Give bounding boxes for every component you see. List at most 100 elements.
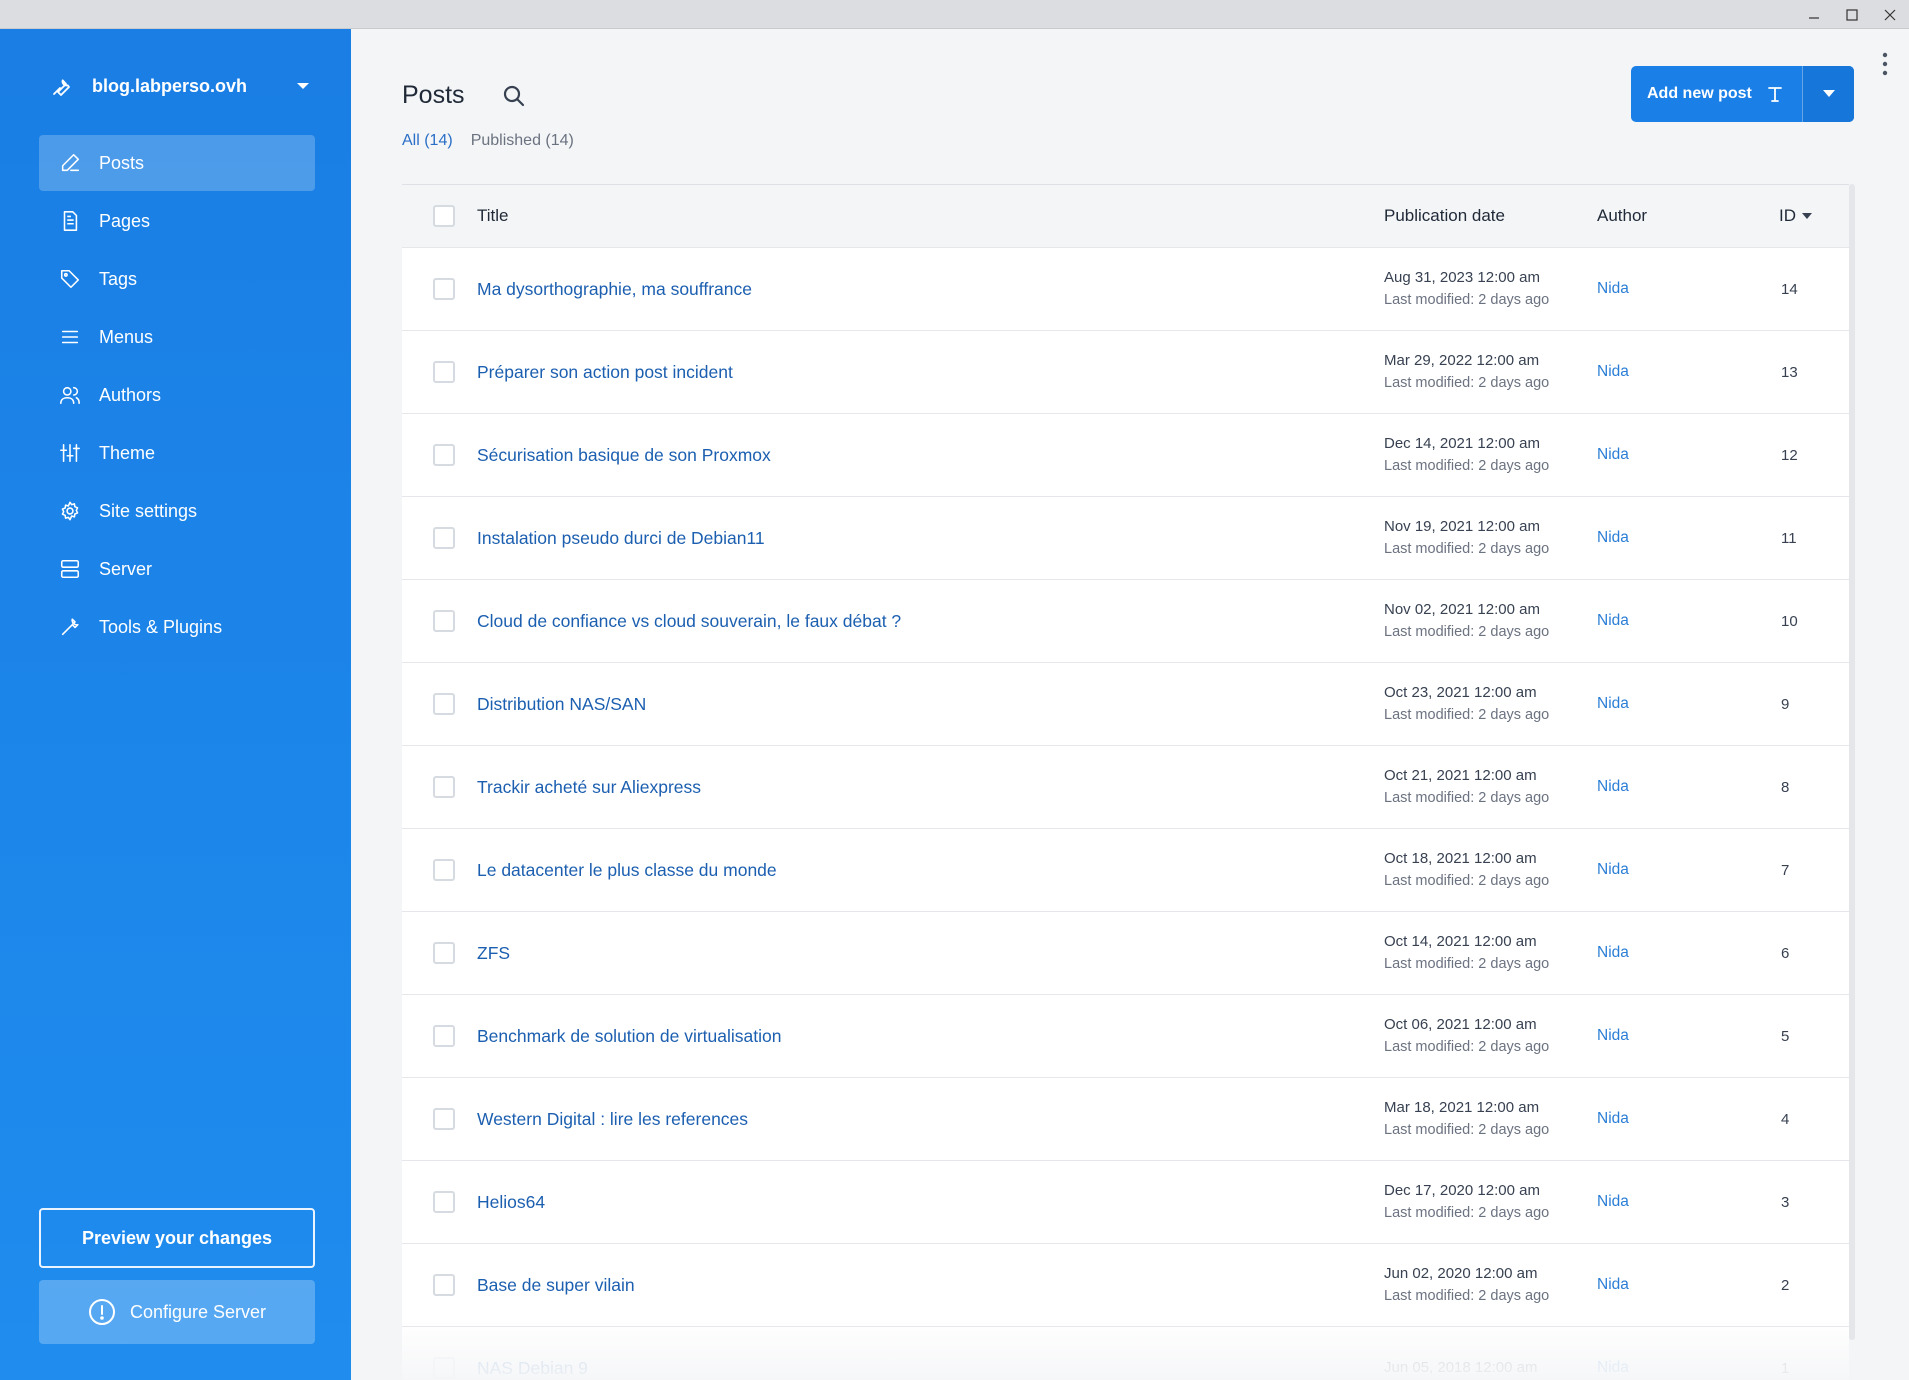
- select-all-checkbox[interactable]: [432, 205, 455, 227]
- author-link[interactable]: Nida: [1597, 363, 1629, 380]
- sidebar-nav: Posts Pages Tags Menus Authors Theme Sit…: [39, 135, 315, 657]
- add-new-post-button-group: Add new post: [1631, 66, 1854, 122]
- author-link[interactable]: Nida: [1597, 612, 1629, 629]
- row-check-cell: [402, 1025, 477, 1047]
- post-title-link[interactable]: Benchmark de solution de virtualisation: [477, 1026, 781, 1046]
- sidebar-item-authors[interactable]: Authors: [39, 367, 315, 423]
- post-title-link[interactable]: Western Digital : lire les references: [477, 1109, 748, 1129]
- post-title-link[interactable]: Ma dysorthographie, ma souffrance: [477, 279, 752, 299]
- add-post-options-button[interactable]: [1802, 66, 1854, 122]
- sidebar-item-menus[interactable]: Menus: [39, 309, 315, 365]
- minimize-button[interactable]: [1795, 0, 1833, 29]
- post-id: 14: [1781, 280, 1798, 298]
- post-title-link[interactable]: Helios64: [477, 1192, 545, 1212]
- table-scrollbar[interactable]: [1849, 184, 1855, 1340]
- row-checkbox[interactable]: [432, 527, 455, 549]
- maximize-button[interactable]: [1833, 0, 1871, 29]
- row-checkbox[interactable]: [432, 1108, 455, 1130]
- filter-published[interactable]: Published (14): [471, 132, 574, 150]
- row-checkbox[interactable]: [432, 278, 455, 300]
- last-modified: Last modified: 2 days ago: [1384, 707, 1550, 723]
- row-checkbox[interactable]: [432, 942, 455, 964]
- author-link[interactable]: Nida: [1597, 1359, 1629, 1376]
- post-title-link[interactable]: Le datacenter le plus classe du monde: [477, 860, 777, 880]
- post-title-link[interactable]: Sécurisation basique de son Proxmox: [477, 445, 771, 465]
- preview-changes-button[interactable]: Preview your changes: [39, 1208, 315, 1268]
- table-header: Title Publication date Author ID: [402, 185, 1849, 248]
- row-check-cell: [402, 278, 477, 300]
- publication-date: Oct 18, 2021 12:00 am: [1384, 850, 1537, 867]
- filter-all[interactable]: All (14): [402, 132, 453, 150]
- row-checkbox[interactable]: [432, 776, 455, 798]
- site-switcher[interactable]: blog.labperso.ovh: [50, 71, 310, 101]
- post-author-cell: Nida: [1597, 280, 1779, 298]
- sidebar-item-tags[interactable]: Tags: [39, 251, 315, 307]
- post-title-link[interactable]: Base de super vilain: [477, 1275, 635, 1295]
- row-checkbox[interactable]: [432, 610, 455, 632]
- post-date-cell: Jun 02, 2020 12:00 am Last modified: 2 da…: [1384, 1263, 1597, 1307]
- row-checkbox[interactable]: [432, 1025, 455, 1047]
- configure-server-button[interactable]: Configure Server: [39, 1280, 315, 1344]
- post-title-link[interactable]: Instalation pseudo durci de Debian11: [477, 528, 765, 548]
- column-publication-date[interactable]: Publication date: [1384, 206, 1597, 226]
- sidebar-item-tools-plugins[interactable]: Tools & Plugins: [39, 599, 315, 655]
- row-checkbox[interactable]: [432, 1191, 455, 1213]
- post-title-cell: Préparer son action post incident: [477, 362, 1384, 383]
- row-checkbox[interactable]: [432, 1274, 455, 1296]
- author-link[interactable]: Nida: [1597, 1276, 1629, 1293]
- publication-date: Nov 19, 2021 12:00 am: [1384, 518, 1540, 535]
- chevron-down-icon: [297, 83, 309, 89]
- publication-date: Dec 14, 2021 12:00 am: [1384, 435, 1540, 452]
- post-title-link[interactable]: Distribution NAS/SAN: [477, 694, 646, 714]
- post-title-link[interactable]: ZFS: [477, 943, 510, 963]
- author-link[interactable]: Nida: [1597, 1193, 1629, 1210]
- sidebar-item-theme[interactable]: Theme: [39, 425, 315, 481]
- post-title-link[interactable]: Préparer son action post incident: [477, 362, 733, 382]
- author-link[interactable]: Nida: [1597, 695, 1629, 712]
- sidebar: blog.labperso.ovh Posts Pages Tags Menus…: [0, 29, 351, 1380]
- last-modified: Last modified: 2 days ago: [1384, 1122, 1550, 1138]
- row-checkbox[interactable]: [432, 693, 455, 715]
- author-link[interactable]: Nida: [1597, 778, 1629, 795]
- author-link[interactable]: Nida: [1597, 1110, 1629, 1127]
- author-link[interactable]: Nida: [1597, 944, 1629, 961]
- publication-date: Nov 02, 2021 12:00 am: [1384, 601, 1540, 618]
- search-icon[interactable]: [501, 83, 527, 109]
- column-author[interactable]: Author: [1597, 206, 1779, 226]
- users-icon: [60, 386, 80, 405]
- sidebar-item-label: Server: [99, 558, 153, 579]
- sidebar-item-label: Menus: [99, 326, 154, 347]
- post-author-cell: Nida: [1597, 1359, 1779, 1377]
- sidebar-item-pages[interactable]: Pages: [39, 193, 315, 249]
- author-link[interactable]: Nida: [1597, 446, 1629, 463]
- author-link[interactable]: Nida: [1597, 1027, 1629, 1044]
- add-new-post-button[interactable]: Add new post: [1631, 66, 1802, 122]
- more-options-icon[interactable]: [1877, 49, 1893, 79]
- post-title-link[interactable]: Trackir acheté sur Aliexpress: [477, 777, 701, 797]
- author-link[interactable]: Nida: [1597, 529, 1629, 546]
- post-id: 12: [1781, 446, 1798, 464]
- row-checkbox[interactable]: [432, 361, 455, 383]
- row-checkbox[interactable]: [432, 859, 455, 881]
- post-author-cell: Nida: [1597, 1110, 1779, 1128]
- sidebar-item-server[interactable]: Server: [39, 541, 315, 597]
- sliders-icon: [60, 443, 80, 463]
- post-id: 3: [1781, 1193, 1790, 1211]
- post-title-cell: Distribution NAS/SAN: [477, 694, 1384, 715]
- column-id[interactable]: ID: [1779, 206, 1849, 226]
- sidebar-item-site-settings[interactable]: Site settings: [39, 483, 315, 539]
- post-title-link[interactable]: Cloud de confiance vs cloud souverain, l…: [477, 611, 901, 631]
- post-author-cell: Nida: [1597, 1193, 1779, 1211]
- column-title[interactable]: Title: [477, 206, 1384, 226]
- row-checkbox[interactable]: [432, 1357, 455, 1379]
- sidebar-item-posts[interactable]: Posts: [39, 135, 315, 191]
- wrench-icon: [53, 79, 70, 96]
- page-icon: [63, 211, 78, 231]
- author-link[interactable]: Nida: [1597, 861, 1629, 878]
- post-author-cell: Nida: [1597, 861, 1779, 879]
- post-title-link[interactable]: NAS Debian 9: [477, 1358, 588, 1378]
- author-link[interactable]: Nida: [1597, 280, 1629, 297]
- row-checkbox[interactable]: [432, 444, 455, 466]
- close-button[interactable]: [1871, 0, 1909, 29]
- publication-date: Aug 31, 2023 12:00 am: [1384, 269, 1540, 286]
